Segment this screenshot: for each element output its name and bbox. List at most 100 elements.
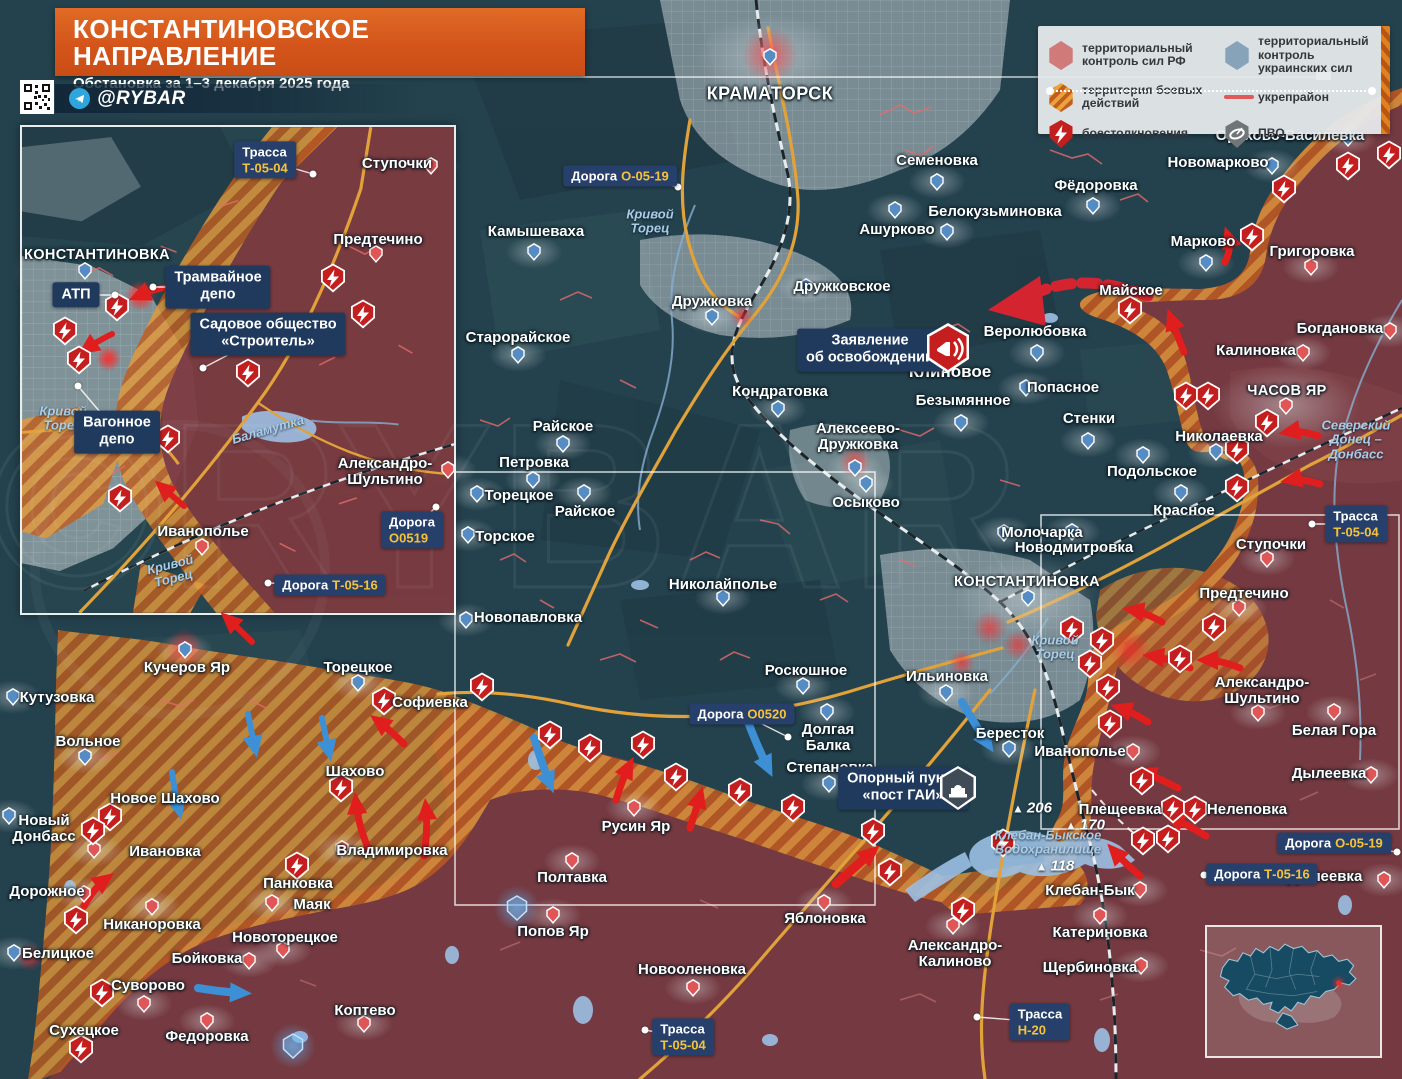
settlement-marker-ua (1021, 589, 1036, 607)
settlement-marker-ua (1086, 197, 1101, 215)
road-tag: Трасса Н-20 (1009, 1003, 1071, 1041)
legend-item-rf-control: территориальный контроль сил РФ (1048, 35, 1220, 76)
clash-icon (1130, 826, 1156, 856)
settlement-label: Федоровка (165, 1027, 249, 1045)
settlement-label: Николаевка (1175, 427, 1263, 445)
settlement-label: Иванополье (157, 522, 249, 540)
legend-label: территориальный контроль украинских сил (1258, 34, 1369, 76)
water-label: Клебан-Быкское Водохранилище (994, 827, 1102, 857)
settlement-marker-ua (7, 944, 22, 962)
clash-icon (1195, 381, 1221, 411)
road-tag-dot (309, 170, 317, 178)
legend-item-combat-zone: территория боевых действий (1048, 83, 1220, 112)
settlement-label: Коптево (334, 1001, 396, 1019)
settlement-label: Белая Гора (1291, 721, 1377, 739)
clash-icon (80, 816, 106, 846)
settlement-label: Дружковка (671, 292, 753, 310)
settlement-marker-ua (954, 414, 969, 432)
clash-icon (63, 905, 89, 935)
settlement-label: Веролюбовка (983, 322, 1087, 340)
settlement-marker-ua (577, 484, 592, 502)
settlement-marker-ua (461, 526, 476, 544)
clash-icon (1167, 644, 1193, 674)
settlement-marker-rf (441, 461, 456, 479)
settlement-label: Долгая Балка (801, 720, 855, 754)
settlement-label: Сухецкое (49, 1021, 119, 1039)
road-tag-dot (264, 579, 272, 587)
road-tag-prefix: Трасса (660, 1021, 705, 1037)
settlement-label: Ступочки (361, 154, 433, 172)
telegram-handle[interactable]: @RYBAR (97, 88, 186, 110)
settlement-label: Клебан-Бык (1045, 881, 1135, 899)
settlement-label: Кучеров Яр (143, 658, 231, 676)
settlement-label: Райское (532, 417, 594, 435)
telegram-bar: @RYBAR (55, 84, 425, 113)
settlement-label: Вольное (55, 732, 121, 750)
settlement-marker-ua (820, 703, 835, 721)
legend-panel: территориальный контроль сил РФ территор… (1038, 26, 1390, 148)
settlement-label: Предтечино (1199, 584, 1289, 602)
road-tag-code: Т-05-04 (1333, 524, 1379, 539)
qr-code[interactable] (20, 80, 54, 114)
settlement-marker-rf (1126, 743, 1141, 761)
settlement-marker-ua (1174, 484, 1189, 502)
settlement-label: Никаноровка (103, 915, 201, 933)
clash-icon (66, 345, 92, 375)
clash-icon (320, 263, 346, 293)
title-banner: КОНСТАНТИНОВСКОЕ НАПРАВЛЕНИЕ Обстановка … (55, 8, 585, 92)
road-tag-prefix: Трасса (1017, 1006, 1063, 1022)
road-tag-code: О0520 (747, 706, 787, 722)
settlement-label: Осыково (832, 493, 900, 511)
clash-icon (877, 857, 903, 887)
settlement-marker-ua (511, 346, 526, 364)
legend-item-ua-control: территориальный контроль украинских сил (1224, 34, 1370, 76)
settlement-label: Владимировка (336, 841, 448, 859)
road-tag: Дорога Т-05-16 (274, 574, 386, 596)
settlement-label: Попов Яр (517, 922, 589, 940)
settlement-label: Новомарково (1167, 153, 1269, 171)
settlement-label: Фёдоровка (1054, 176, 1138, 194)
elevation-triangle-icon: ▲ (1012, 801, 1024, 816)
settlement-marker-ua (351, 674, 366, 692)
settlement-label: Катериновка (1052, 923, 1148, 941)
settlement-label: Александро- Шультино (337, 454, 433, 488)
telegram-icon (69, 88, 90, 109)
settlement-marker-rf (1383, 322, 1398, 340)
road-tag-code: О0519 (389, 530, 429, 545)
callout-box: Трамвайное депо (165, 265, 271, 309)
road-tag-prefix: Дорога (1285, 835, 1332, 851)
settlement-marker-ua (178, 641, 193, 659)
ua-control-hex-icon (1225, 40, 1249, 70)
settlement-marker-ua (771, 400, 786, 418)
settlement-label: Дылеевка (1291, 764, 1367, 782)
settlement-label: Подольское (1107, 462, 1197, 480)
map-canvas: ©RYBAR КОНСТАНТИНОВСКОЕ НАПРАВЛЕНИЕ Обст… (0, 0, 1402, 1079)
clash-icon (1335, 151, 1361, 181)
settlement-marker-ua (859, 475, 874, 493)
settlement-marker-ua (930, 173, 945, 191)
settlement-label: Петровка (499, 453, 569, 471)
settlement-label: Александро- Калиново (907, 936, 1003, 970)
settlement-marker-ua (459, 611, 474, 629)
settlement-marker-ua (940, 223, 955, 241)
legend-label: территория боевых действий (1082, 82, 1203, 111)
liberation-claim-megaphone-icon (925, 322, 971, 374)
settlement-label: Яблоновка (784, 909, 866, 927)
settlement-label: Новооленовка (638, 960, 746, 978)
road-tag: Трасса Т-05-04 (652, 1018, 714, 1056)
settlement-label: КРАМАТОРСК (706, 83, 834, 104)
settlement-label: Попасное (1026, 378, 1100, 396)
settlement-label: Красное (1153, 501, 1215, 519)
clash-icon (1376, 140, 1402, 170)
road-tag-prefix: Дорога (1214, 866, 1261, 882)
road-tag-code: О-05-19 (1335, 835, 1383, 851)
settlement-label: Полтавка (537, 868, 607, 886)
settlement-label: Старорайское (465, 328, 571, 346)
settlement-label: Иванополье (1034, 742, 1126, 760)
settlement-label: Белокузьминовка (928, 202, 1062, 220)
settlement-marker-ua (1081, 432, 1096, 450)
legend-label: боестолкновения (1082, 126, 1189, 141)
road-tag-code: Т-05-04 (660, 1037, 706, 1052)
qr-pattern (22, 82, 52, 112)
settlement-marker-rf (242, 952, 257, 970)
